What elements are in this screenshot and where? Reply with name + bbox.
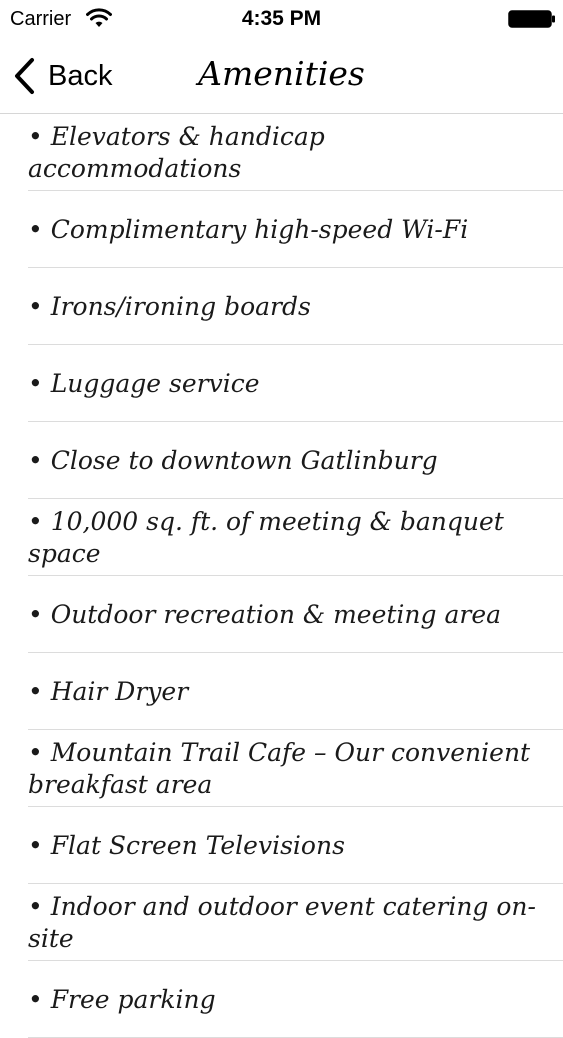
amenity-text: • 10,000 sq. ft. of meeting & banquet sp… [28,506,504,568]
list-item: • Irons/ironing boards [0,268,563,345]
list-item: • Elevators & handicap accommodations [0,114,563,191]
list-item: • Mountain Trail Cafe – Our convenient b… [0,730,563,807]
list-item: • Flat Screen Televisions [0,807,563,884]
amenity-text: • Luggage service [28,368,260,398]
amenity-text: • Outdoor recreation & meeting area [28,599,502,629]
amenity-text: • Irons/ironing boards [28,291,311,321]
list-item: • Complimentary high-speed Wi-Fi [0,191,563,268]
amenity-text: • Elevators & handicap accommodations [28,121,325,183]
amenity-text: • Complimentary high-speed Wi-Fi [28,214,469,244]
status-time: 4:35 PM [241,7,322,30]
list-item: • Indoor and outdoor event catering on-s… [0,884,563,961]
list-item: • Close to downtown Gatlinburg [0,422,563,499]
amenity-text: • Mountain Trail Cafe – Our convenient b… [28,737,531,799]
status-bar: Carrier 4:35 PM [0,0,563,38]
list-item: • 10,000 sq. ft. of meeting & banquet sp… [0,499,563,576]
list-item: • Luggage service [0,345,563,422]
amenity-text: • Indoor and outdoor event catering on-s… [28,891,536,953]
amenities-list: • Elevators & handicap accommodations • … [0,114,563,1038]
battery-icon [508,10,555,28]
navigation-bar: Back Amenities [0,38,563,114]
page-title: Amenities [198,54,365,93]
list-item: • Outdoor recreation & meeting area [0,576,563,653]
amenity-text: • Hair Dryer [28,676,189,706]
amenity-text: • Flat Screen Televisions [28,830,345,860]
amenity-text: • Close to downtown Gatlinburg [28,445,438,475]
list-item: • Hair Dryer [0,653,563,730]
